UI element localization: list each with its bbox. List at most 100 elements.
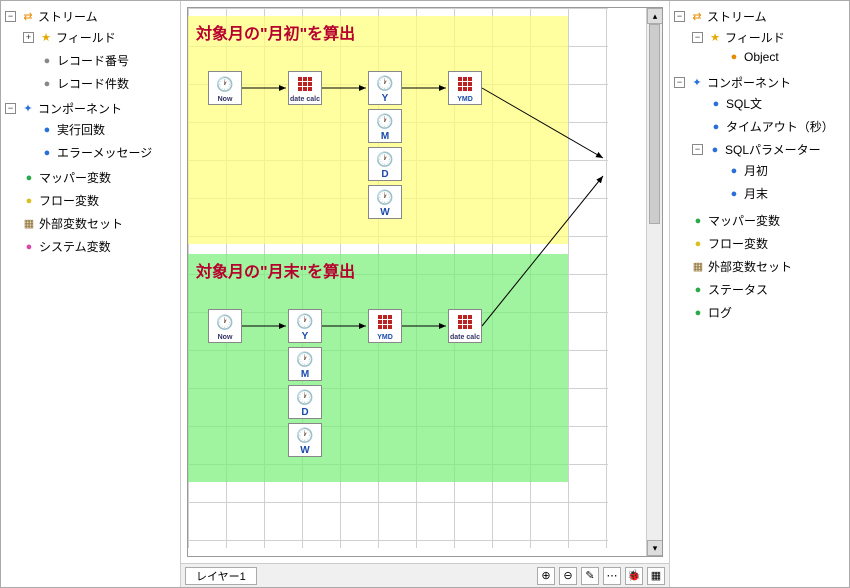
ball-icon: ● xyxy=(727,187,741,201)
clock-icon: 🕐 xyxy=(369,148,401,170)
node-y-2[interactable]: 🕐Y xyxy=(288,309,322,343)
tree-month-end[interactable]: ●月末 xyxy=(708,184,847,203)
tree-timeout[interactable]: ●タイムアウト（秒） xyxy=(690,117,847,136)
node-ymd[interactable]: YMD xyxy=(448,71,482,105)
stream-icon: ⇄ xyxy=(690,10,704,24)
node-now-2[interactable]: 🕐Now xyxy=(208,309,242,343)
scroll-down-icon[interactable]: ▾ xyxy=(647,540,663,556)
tree-sql-param[interactable]: − ● SQLパラメーター xyxy=(690,140,847,159)
tree-label: 外部変数セット xyxy=(708,258,792,275)
tree-label: Object xyxy=(744,50,779,64)
tree-system-var[interactable]: ●システム変数 xyxy=(3,237,178,256)
tree-error-msg[interactable]: ● エラーメッセージ xyxy=(21,143,178,162)
left-tree-panel: − ⇄ ストリーム + ★ フィールド xyxy=(1,1,181,587)
tree-label: ログ xyxy=(708,304,732,321)
region-title: 対象月の"月末"を算出 xyxy=(188,254,568,286)
node-m-2[interactable]: 🕐M xyxy=(288,347,322,381)
edit-button[interactable]: ✎ xyxy=(581,567,599,585)
expand-icon[interactable]: + xyxy=(23,32,34,43)
node-d[interactable]: 🕐D xyxy=(368,147,402,181)
scroll-up-icon[interactable]: ▴ xyxy=(647,8,663,24)
tree-stream-r[interactable]: − ⇄ ストリーム xyxy=(672,7,847,26)
ball-icon: ● xyxy=(727,50,741,64)
ball-icon: ● xyxy=(40,146,54,160)
clock-icon: 🕐 xyxy=(289,310,321,332)
tree-component-r[interactable]: − ✦ コンポーネント xyxy=(672,73,847,92)
ball-icon: ● xyxy=(22,194,36,208)
node-datecalc-2[interactable]: date calc xyxy=(448,309,482,343)
tree-label: SQLパラメーター xyxy=(725,141,821,158)
scrollbar-vertical[interactable]: ▴ ▾ xyxy=(646,8,662,556)
tree-month-start[interactable]: ●月初 xyxy=(708,161,847,180)
link-button[interactable]: ⋯ xyxy=(603,567,621,585)
node-d-2[interactable]: 🕐D xyxy=(288,385,322,419)
ball-icon: ● xyxy=(22,171,36,185)
tree-component[interactable]: − ✦ コンポーネント xyxy=(3,99,178,118)
tree-status[interactable]: ●ステータス xyxy=(672,280,847,299)
right-tree-panel: − ⇄ ストリーム − ★ フィールド ●Object xyxy=(669,1,849,587)
zoom-in-button[interactable]: ⊕ xyxy=(537,567,555,585)
layer-tab[interactable]: レイヤー1 xyxy=(185,567,257,585)
set-icon: ▦ xyxy=(691,260,705,274)
ball-icon: ● xyxy=(40,123,54,137)
node-ymd-2[interactable]: YMD xyxy=(368,309,402,343)
bug-icon: 🐞 xyxy=(627,569,641,582)
node-datecalc[interactable]: date calc xyxy=(288,71,322,105)
tree-label: コンポーネント xyxy=(707,74,791,91)
pencil-icon: ✎ xyxy=(585,569,594,582)
clock-icon: 🕐 xyxy=(289,386,321,408)
tree-mapper-var-r[interactable]: ●マッパー変数 xyxy=(672,211,847,230)
tree-label: マッパー変数 xyxy=(39,169,111,186)
tree-record-count[interactable]: ● レコード件数 xyxy=(21,74,178,93)
node-w[interactable]: 🕐W xyxy=(368,185,402,219)
tree-label: ステータス xyxy=(708,281,768,298)
collapse-icon[interactable]: − xyxy=(674,11,685,22)
tree-ext-var-set[interactable]: ▦外部変数セット xyxy=(3,214,178,233)
collapse-icon[interactable]: − xyxy=(674,77,685,88)
tree-flow-var-r[interactable]: ●フロー変数 xyxy=(672,234,847,253)
tree-label: コンポーネント xyxy=(38,100,122,117)
tree-label: 外部変数セット xyxy=(39,215,123,232)
ball-icon: ● xyxy=(691,283,705,297)
canvas[interactable]: 対象月の"月初"を算出 対象月の"月末"を算出 xyxy=(188,8,608,548)
tree-label: 実行回数 xyxy=(57,121,105,138)
tree-record-no[interactable]: ● レコード番号 xyxy=(21,51,178,70)
node-now[interactable]: 🕐Now xyxy=(208,71,242,105)
tree-stream[interactable]: − ⇄ ストリーム xyxy=(3,7,178,26)
collapse-icon[interactable]: − xyxy=(5,11,16,22)
tree-label: フィールド xyxy=(725,29,785,46)
tree-label: ストリーム xyxy=(707,8,767,25)
zoom-out-button[interactable]: ⊖ xyxy=(559,567,577,585)
tree-label: レコード件数 xyxy=(57,75,129,92)
tree-exec-count[interactable]: ● 実行回数 xyxy=(21,120,178,139)
puzzle-icon: ✦ xyxy=(690,76,704,90)
tree-field-r[interactable]: − ★ フィールド xyxy=(690,28,847,47)
tree-label: レコード番号 xyxy=(57,52,129,69)
ball-icon: ● xyxy=(691,306,705,320)
field-icon: ★ xyxy=(708,31,722,45)
scroll-thumb[interactable] xyxy=(649,24,660,224)
grid-icon: ▦ xyxy=(651,569,661,582)
canvas-scroll[interactable]: 対象月の"月初"を算出 対象月の"月末"を算出 xyxy=(187,7,663,557)
tree-log[interactable]: ●ログ xyxy=(672,303,847,322)
bug-button[interactable]: 🐞 xyxy=(625,567,643,585)
tree-flow-var[interactable]: ●フロー変数 xyxy=(3,191,178,210)
tree-field[interactable]: + ★ フィールド xyxy=(21,28,178,47)
clock-icon: 🕐 xyxy=(289,424,321,446)
collapse-icon[interactable]: − xyxy=(5,103,16,114)
tree-sql-text[interactable]: ●SQL文 xyxy=(690,94,847,113)
tree-object[interactable]: ●Object xyxy=(708,49,847,65)
grid-button[interactable]: ▦ xyxy=(647,567,665,585)
collapse-icon[interactable]: − xyxy=(692,144,703,155)
ball-icon: ● xyxy=(691,214,705,228)
field-icon: ★ xyxy=(39,31,53,45)
node-m[interactable]: 🕐M xyxy=(368,109,402,143)
node-w-2[interactable]: 🕐W xyxy=(288,423,322,457)
link-icon: ⋯ xyxy=(607,569,618,582)
tree-ext-var-set-r[interactable]: ▦外部変数セット xyxy=(672,257,847,276)
clock-icon: 🕐 xyxy=(369,186,401,208)
tree-label: タイムアウト（秒） xyxy=(726,118,834,135)
collapse-icon[interactable]: − xyxy=(692,32,703,43)
tree-mapper-var[interactable]: ●マッパー変数 xyxy=(3,168,178,187)
node-y[interactable]: 🕐Y xyxy=(368,71,402,105)
